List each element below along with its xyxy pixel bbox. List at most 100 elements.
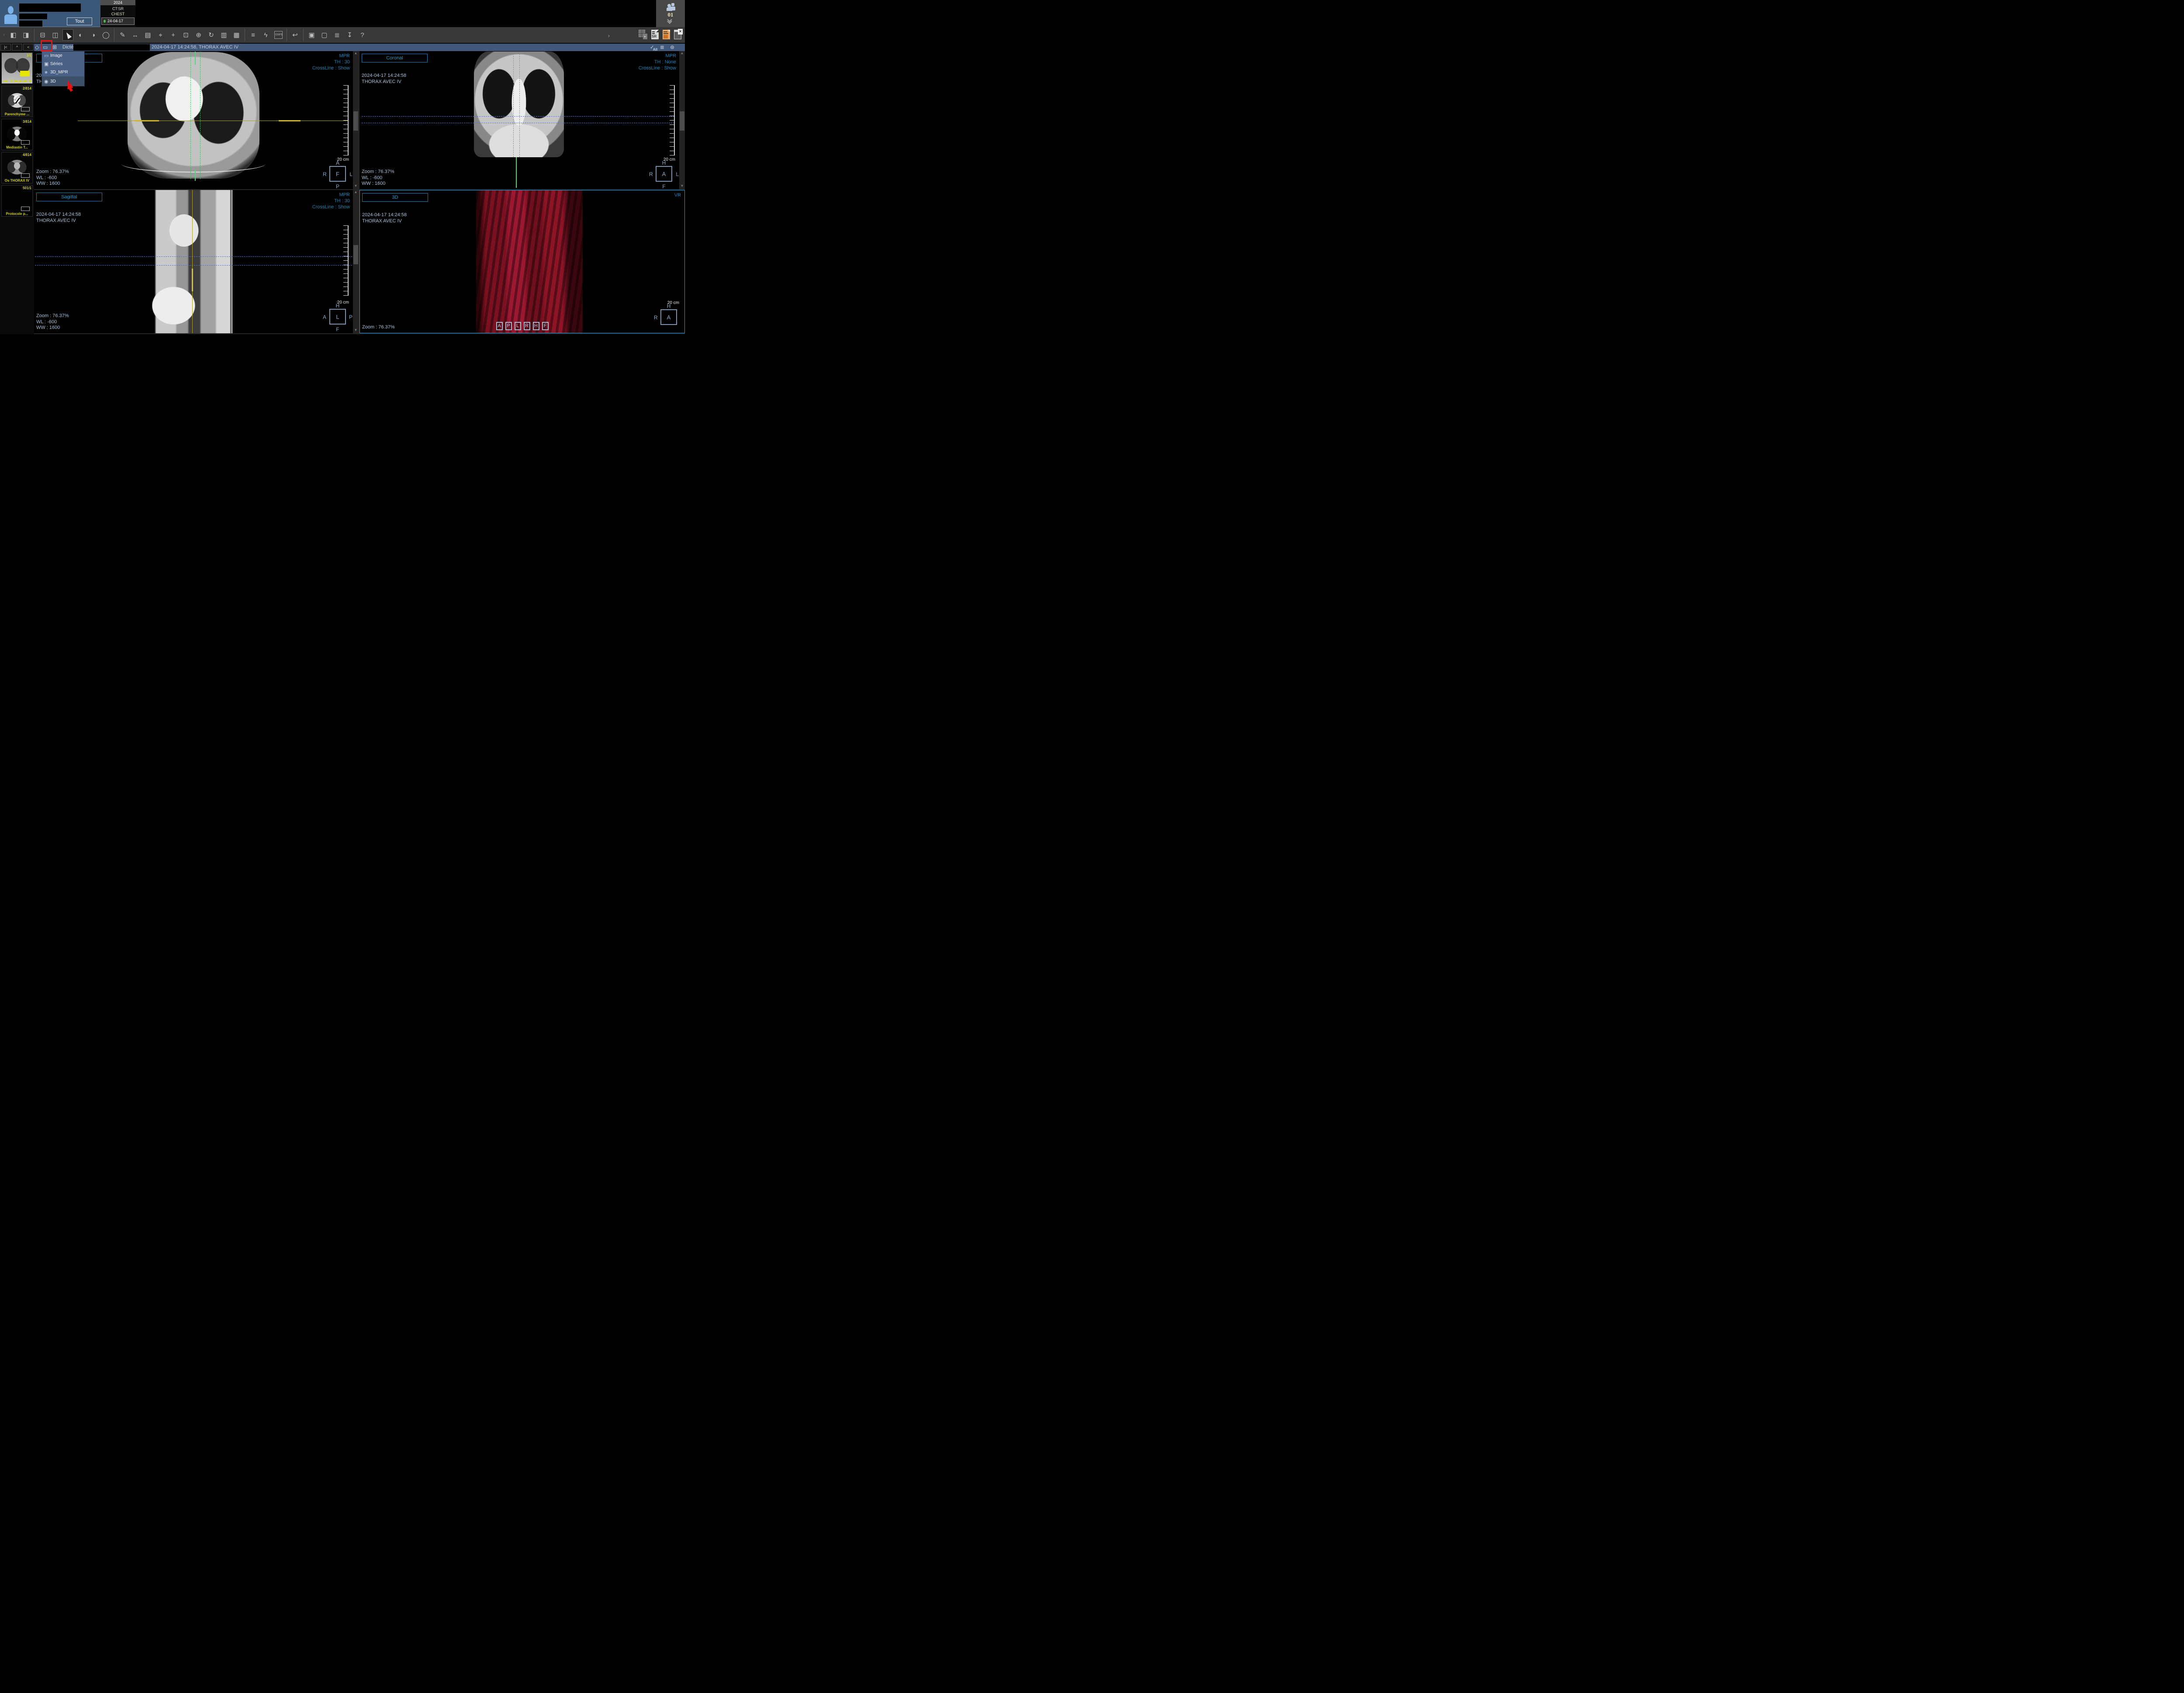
patient-icon — [4, 6, 17, 25]
report-document-icon[interactable] — [663, 30, 670, 39]
worklist-icon[interactable]: ≣ — [332, 29, 342, 41]
gsps-icon[interactable]: GSPS — [273, 29, 284, 41]
crosshair-handle[interactable] — [195, 169, 196, 181]
axis-button-l[interactable]: L — [515, 322, 521, 330]
viewport-study-overlay: 2024-04-17 14:24:58THORAX AVEC IV — [362, 73, 406, 85]
study-year[interactable]: 2024 — [100, 0, 135, 5]
draw-line-icon[interactable]: ✎ — [117, 29, 128, 41]
series-thumbnail[interactable]: 1/1cor Topogramme — [1, 52, 33, 84]
next-display-set-icon[interactable]: ◨ — [21, 29, 31, 41]
export-image-icon[interactable]: ▢ — [319, 29, 330, 41]
series-list-icon[interactable]: ≣ — [660, 44, 664, 51]
shutter-icon[interactable]: ◯ — [100, 29, 111, 41]
pan-icon[interactable]: + — [168, 29, 179, 41]
flip-image-icon[interactable]: ▥ — [218, 29, 229, 41]
axis-button-p[interactable]: P — [505, 322, 512, 330]
menu-item-series[interactable]: ▣Séries — [42, 60, 84, 68]
select-cursor-icon[interactable] — [62, 29, 73, 41]
up-series-button[interactable]: ^ — [12, 44, 22, 51]
thumbnail-index: 501/1 — [23, 186, 31, 190]
series-layout-icon[interactable]: ◫ — [50, 29, 61, 41]
thumbnail-label: Os THORAX IV — [2, 179, 32, 183]
image-layout-icon[interactable]: ⊟ — [37, 29, 48, 41]
image-mode-icon[interactable]: ▭ — [43, 44, 48, 51]
study-date-item[interactable]: 24-04-17 — [101, 17, 135, 25]
zoom-icon[interactable]: ⊕ — [193, 29, 204, 41]
users-icon — [667, 3, 676, 11]
close-viewer-icon[interactable]: × — [674, 30, 681, 39]
viewport-title[interactable]: Sagittal — [36, 193, 102, 201]
filter-icon[interactable]: ≡ — [248, 29, 259, 41]
crosshair-handle[interactable] — [279, 120, 301, 121]
magnify-region-icon[interactable]: ⊡ — [180, 29, 191, 41]
download-icon[interactable]: ↧ — [344, 29, 355, 41]
viewport-coronal[interactable]: Coronal MPRTH : NoneCrossLine : Show 202… — [359, 51, 685, 189]
volume-rendering-image[interactable] — [476, 190, 583, 333]
menu-item-image[interactable]: ▭Image — [42, 52, 84, 60]
prev-series-button[interactable]: < — [23, 44, 34, 51]
crosshair-handle[interactable] — [135, 120, 159, 121]
open-grid-window-icon[interactable]: ▸ — [639, 30, 647, 39]
crosshair-axial-line[interactable] — [362, 116, 674, 117]
series-thumbnail-strip: >v>| 1/1cor Topogramme2/814✓Parenchyme .… — [0, 51, 34, 334]
menu-item-3d[interactable]: ◉3D — [42, 76, 84, 86]
compare-image-icon[interactable]: ▦ — [231, 29, 242, 41]
window-level-icon[interactable]: ◐ — [75, 29, 86, 41]
tout-button[interactable]: Tout — [67, 17, 92, 25]
axis-button-a[interactable]: A — [496, 322, 503, 330]
help-icon[interactable]: ? — [357, 29, 368, 41]
export-series-icon[interactable]: ▣ — [306, 29, 317, 41]
orientation-compass: H R A L F — [650, 161, 678, 189]
check-icon: ✓ — [12, 94, 21, 107]
layout-dropdown-menu: ▭Image▣Séries∗3D_MPR◉3D — [41, 51, 85, 86]
crosshair-sagittal-line[interactable] — [513, 52, 514, 157]
double-chevron-down-icon[interactable] — [668, 20, 671, 23]
viewport-3d[interactable]: 3D VR 2024-04-17 14:24:58THORAX AVEC IV … — [359, 190, 685, 333]
ct-coronal-image[interactable] — [474, 52, 564, 157]
crosshair-axial-line[interactable] — [35, 265, 352, 266]
series-thumbnail[interactable]: 501/1Protocole p... — [1, 185, 33, 217]
sync-link-icon[interactable]: ⊛ — [670, 44, 674, 51]
first-series-button[interactable]: |< — [0, 44, 11, 51]
localizer-icon[interactable]: ⌖ — [155, 29, 166, 41]
select-all-icon[interactable]: ✓All — [650, 44, 654, 51]
series-thumbnail[interactable]: 2/814✓Parenchyme ... — [1, 86, 33, 117]
viewport-title[interactable]: 3D — [362, 193, 428, 202]
user-panel[interactable]: 01 — [656, 0, 685, 27]
viewport-sagittal[interactable]: Sagittal MPRTH : 30CrossLine : Show 2024… — [34, 190, 359, 333]
crosshair-coronal-line[interactable] — [192, 190, 193, 333]
ct-sagittal-image[interactable] — [149, 190, 236, 333]
toolbar-overflow-icon[interactable]: › — [608, 32, 610, 39]
sr-report-icon[interactable]: SR — [651, 30, 659, 39]
rotate-icon[interactable]: ↻ — [206, 29, 217, 41]
axis-button-f[interactable]: F — [542, 322, 549, 330]
image-scrollbar[interactable]: ▲▼ — [353, 190, 359, 333]
grid-mode-icon[interactable]: ⊞ — [52, 44, 57, 51]
crosshair-handle[interactable] — [192, 269, 193, 291]
viewport-title[interactable]: Coronal — [362, 54, 428, 62]
prev-display-set-icon[interactable]: ◧ — [8, 29, 19, 41]
axis-button-h[interactable]: H — [533, 322, 539, 330]
measure-icon[interactable]: ↔ — [130, 29, 141, 41]
axis-button-r[interactable]: R — [524, 322, 530, 330]
crosshair-axial-line[interactable] — [35, 256, 352, 257]
thumbnail-roi-box — [21, 207, 30, 211]
expand-viewer-icon[interactable]: ◇ — [35, 44, 39, 51]
series-thumbnail[interactable]: 3/814Mediastin T... — [1, 119, 33, 150]
thumbnail-index: 3/814 — [23, 120, 31, 124]
image-scrollbar[interactable]: ▲▼ — [679, 51, 685, 189]
annotation-icon[interactable]: ▤ — [142, 29, 153, 41]
crosshair-sagittal-line[interactable] — [519, 52, 520, 157]
mpr-flash-icon[interactable]: ϟ — [260, 29, 271, 41]
scroll-left-icon[interactable]: ‹ — [2, 29, 6, 41]
menu-item-3d-mpr[interactable]: ∗3D_MPR — [42, 68, 84, 76]
undo-icon[interactable]: ↩ — [290, 29, 301, 41]
crosshair-handle[interactable] — [195, 52, 196, 65]
window-preset-icon[interactable]: ◑ — [88, 29, 99, 41]
image-scrollbar[interactable]: ▲▼ — [353, 51, 359, 189]
toolbar-right-group: ▸ SR × — [639, 30, 681, 39]
crosshair-handle[interactable] — [516, 157, 517, 188]
series-thumbnail[interactable]: 4/814Os THORAX IV — [1, 152, 33, 183]
ct-table-line — [121, 155, 266, 173]
crosshair-coronal-line[interactable] — [190, 52, 191, 179]
